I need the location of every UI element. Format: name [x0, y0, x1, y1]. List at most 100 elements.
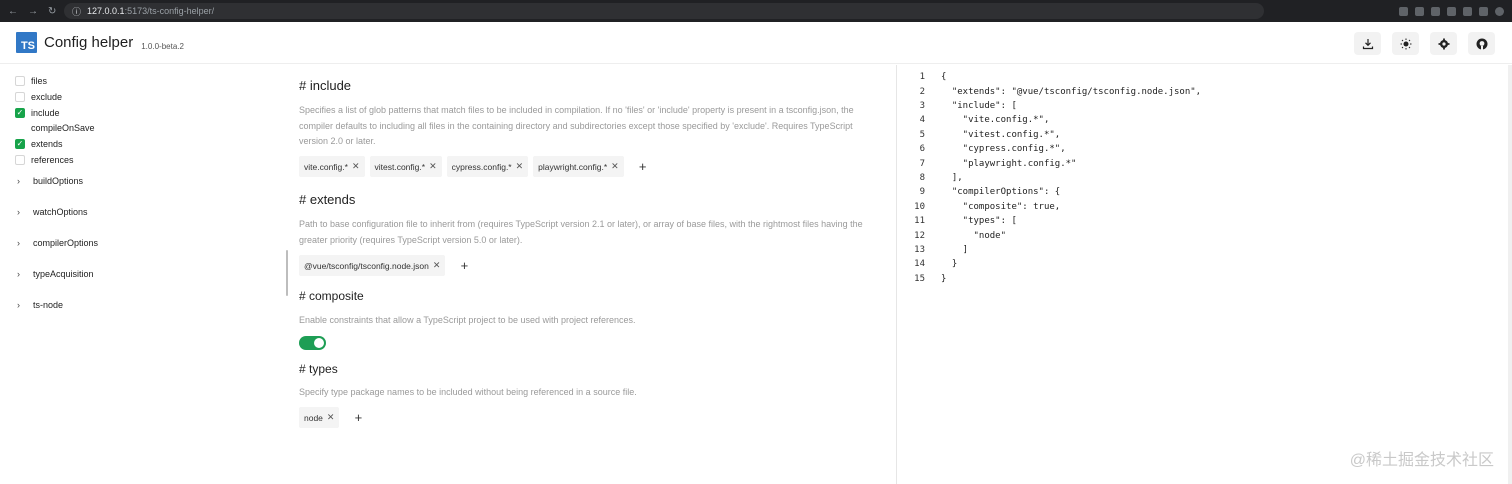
- close-icon[interactable]: ✕: [352, 161, 360, 172]
- option-label: extends: [31, 139, 63, 149]
- site-info-icon[interactable]: ⓘ: [72, 5, 81, 18]
- group-type-acquisition[interactable]: › typeAcquisition: [17, 267, 94, 281]
- chevron-right-icon: ›: [17, 176, 20, 186]
- option-include[interactable]: ✓ include: [15, 106, 60, 120]
- close-icon[interactable]: ✕: [327, 412, 335, 423]
- group-label: typeAcquisition: [33, 269, 94, 279]
- checkbox[interactable]: [15, 92, 25, 102]
- group-label: ts-node: [33, 300, 64, 310]
- line-number: 12: [914, 230, 925, 241]
- chip: vite.config.* ✕: [299, 156, 365, 177]
- line-number: 14: [914, 259, 925, 270]
- line-number: 15: [914, 273, 925, 284]
- checkbox-checked[interactable]: ✓: [15, 108, 25, 118]
- reload-icon[interactable]: ↻: [48, 6, 56, 17]
- option-label: files: [31, 76, 48, 86]
- section-desc-types: Specify type package names to be include…: [299, 387, 637, 397]
- option-label: exclude: [31, 92, 63, 102]
- extension-icon[interactable]: [1447, 6, 1456, 16]
- chip-label: playwright.config.*: [538, 161, 608, 172]
- section-desc-extends: Path to base configuration file to inher…: [299, 219, 863, 245]
- chip: vitest.config.* ✕: [369, 156, 442, 177]
- theme-toggle-button[interactable]: [1392, 32, 1419, 55]
- line-number: 2: [919, 86, 925, 97]
- option-extends[interactable]: ✓ extends: [15, 137, 63, 151]
- extension-icon[interactable]: [1479, 6, 1488, 16]
- line-number: 3: [919, 100, 925, 111]
- extension-icon[interactable]: [1399, 6, 1408, 16]
- download-icon: [1362, 38, 1373, 49]
- code-text: ],: [941, 172, 963, 183]
- checkbox[interactable]: [15, 123, 25, 133]
- option-compile-on-save[interactable]: compileOnSave: [15, 121, 95, 135]
- code-line: 15}: [897, 272, 946, 286]
- group-build-options[interactable]: › buildOptions: [17, 174, 83, 188]
- group-watch-options[interactable]: › watchOptions: [17, 205, 88, 219]
- checkbox-checked[interactable]: ✓: [15, 139, 25, 149]
- option-exclude[interactable]: exclude: [15, 90, 62, 104]
- chip-label: vitest.config.*: [374, 161, 426, 172]
- check-icon: ✓: [16, 108, 24, 117]
- option-label: references: [31, 155, 74, 165]
- chevron-right-icon: ›: [17, 207, 20, 217]
- option-label: compileOnSave: [31, 123, 95, 133]
- code-scrollbar[interactable]: [1508, 65, 1512, 484]
- version-label: 1.0.0-beta.2: [141, 41, 184, 51]
- chip: cypress.config.* ✕: [446, 156, 529, 177]
- browser-nav: ← → ↻: [0, 6, 62, 17]
- option-files[interactable]: files: [15, 74, 47, 88]
- code-text: "types": [: [941, 216, 1017, 227]
- code-line: 11 "types": [: [897, 214, 1017, 228]
- add-types-button[interactable]: +: [348, 407, 368, 428]
- app-header: TS Config helper 1.0.0-beta.2: [0, 22, 1512, 64]
- chip: playwright.config.* ✕: [533, 156, 624, 177]
- line-number: 1: [919, 72, 925, 83]
- forward-icon[interactable]: →: [28, 6, 38, 17]
- code-text: "cypress.config.*",: [941, 144, 1066, 155]
- chip-label: node: [304, 412, 323, 423]
- settings-button[interactable]: [1430, 32, 1457, 55]
- gear-icon: [1438, 38, 1449, 49]
- close-icon[interactable]: ✕: [429, 161, 437, 172]
- code-text: "composite": true,: [941, 201, 1061, 212]
- composite-toggle[interactable]: [299, 336, 326, 350]
- line-number: 13: [914, 244, 925, 255]
- extension-icon[interactable]: [1415, 6, 1424, 16]
- code-text: "extends": "@vue/tsconfig/tsconfig.node.…: [941, 86, 1202, 97]
- chip: node ✕: [299, 407, 340, 428]
- resize-handle[interactable]: [286, 250, 288, 296]
- section-title-types: # types: [299, 362, 338, 376]
- sun-icon: [1400, 38, 1411, 49]
- options-sidebar: files exclude ✓ include compileOnSave ✓ …: [0, 65, 200, 484]
- group-ts-node[interactable]: › ts-node: [17, 298, 63, 312]
- add-include-button[interactable]: +: [633, 156, 653, 177]
- section-title-include: # include: [299, 78, 352, 93]
- github-button[interactable]: [1468, 32, 1495, 55]
- plus-icon: +: [354, 410, 363, 425]
- close-icon[interactable]: ✕: [433, 260, 441, 271]
- code-line: 1{: [897, 70, 947, 84]
- close-icon[interactable]: ✕: [516, 161, 524, 172]
- chip-label: @vue/tsconfig/tsconfig.node.json: [304, 260, 429, 271]
- line-number: 5: [919, 129, 925, 140]
- app-page: ← → ↻ ⓘ 127.0.0.1:5173/ts-config-helper/…: [0, 0, 1512, 484]
- add-extends-button[interactable]: +: [454, 255, 474, 276]
- option-references[interactable]: references: [15, 153, 74, 167]
- group-compiler-options[interactable]: › compilerOptions: [17, 236, 98, 250]
- toggle-knob: [314, 338, 324, 348]
- close-icon[interactable]: ✕: [611, 161, 619, 172]
- extension-icon[interactable]: [1431, 6, 1440, 16]
- code-text: }: [941, 273, 947, 284]
- extension-icon[interactable]: [1463, 6, 1472, 16]
- checkbox[interactable]: [15, 155, 25, 165]
- checkbox[interactable]: [15, 76, 25, 86]
- address-bar[interactable]: ⓘ 127.0.0.1:5173/ts-config-helper/: [64, 3, 1264, 19]
- download-button[interactable]: [1354, 32, 1381, 55]
- chip-label: vite.config.*: [304, 161, 348, 172]
- option-label: include: [31, 108, 60, 118]
- profile-icon[interactable]: [1495, 6, 1504, 16]
- line-number: 7: [919, 158, 925, 169]
- code-line: 10 "composite": true,: [897, 200, 1060, 214]
- back-icon[interactable]: ←: [8, 6, 18, 17]
- code-text: "include": [: [941, 100, 1017, 111]
